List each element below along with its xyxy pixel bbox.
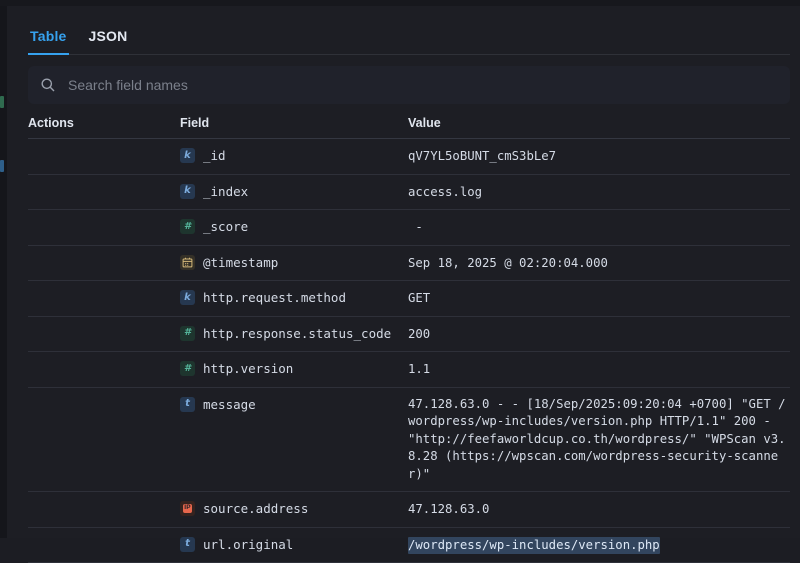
table-row: t message 47.128.63.0 - - [18/Sep/2025:0… (28, 388, 790, 493)
table-row: k _index access.log (28, 175, 790, 211)
row-actions-cell[interactable] (28, 317, 180, 333)
header-field: Field (180, 116, 408, 130)
text-field-type-icon: t (180, 397, 195, 412)
tab-json[interactable]: JSON (87, 24, 130, 55)
number-field-type-icon: # (180, 219, 195, 234)
field-cell: k http.request.method (180, 281, 408, 315)
field-value: Sep 18, 2025 @ 02:20:04.000 (408, 255, 608, 273)
field-search-box[interactable] (28, 66, 790, 104)
field-value: GET (408, 290, 430, 308)
field-name: http.version (203, 360, 293, 378)
field-name: http.response.status_code (203, 325, 391, 343)
row-actions-cell[interactable] (28, 175, 180, 191)
field-name: source.address (203, 500, 308, 518)
search-input[interactable] (66, 76, 778, 94)
field-value: 200 (408, 326, 430, 344)
header-actions: Actions (28, 116, 180, 130)
search-icon (40, 77, 56, 93)
field-value-cell: Sep 18, 2025 @ 02:20:04.000 (408, 246, 790, 281)
field-value-cell: /wordpress/wp-includes/version.php (408, 528, 790, 563)
field-cell: k _index (180, 175, 408, 209)
header-value: Value (408, 116, 790, 130)
table-header: Actions Field Value (28, 108, 790, 139)
row-actions-cell[interactable] (28, 492, 180, 508)
field-name: http.request.method (203, 289, 346, 307)
ip-field-type-icon: IP (180, 501, 195, 516)
table-row: # http.response.status_code 200 (28, 317, 790, 353)
field-value: /wordpress/wp-includes/version.php (408, 537, 660, 555)
field-value-cell: 200 (408, 317, 790, 352)
keyword-field-type-icon: k (180, 148, 195, 163)
row-actions-cell[interactable] (28, 352, 180, 368)
field-value: 47.128.63.0 (408, 501, 489, 519)
row-actions-cell[interactable] (28, 528, 180, 544)
field-value-cell: GET (408, 281, 790, 316)
field-value: 47.128.63.0 - - [18/Sep/2025:09:20:04 +0… (408, 396, 790, 484)
field-value-cell: 47.128.63.0 - - [18/Sep/2025:09:20:04 +0… (408, 388, 790, 492)
field-cell: # http.response.status_code (180, 317, 408, 351)
field-cell: IP source.address (180, 492, 408, 526)
row-actions-cell[interactable] (28, 388, 180, 404)
row-actions-cell[interactable] (28, 210, 180, 226)
doc-viewer-tabs: Table JSON (28, 24, 790, 55)
tab-table[interactable]: Table (28, 24, 69, 55)
text-field-type-icon: t (180, 537, 195, 552)
background-green-icon (0, 96, 4, 108)
underlying-page-left-edge (0, 0, 7, 538)
field-value: 1.1 (408, 361, 430, 379)
number-field-type-icon: # (180, 326, 195, 341)
table-row: # http.version 1.1 (28, 352, 790, 388)
field-cell: t message (180, 388, 408, 422)
table-row: IP source.address 47.128.63.0 (28, 492, 790, 528)
field-rows: k _id qV7YL5oBUNT_cmS3bLe7 k _index acce… (28, 139, 790, 563)
field-value-cell: 47.128.63.0 (408, 492, 790, 527)
field-cell: k _id (180, 139, 408, 173)
table-row: k _id qV7YL5oBUNT_cmS3bLe7 (28, 139, 790, 175)
field-cell: t url.original (180, 528, 408, 562)
field-name: _score (203, 218, 248, 236)
date-field-type-icon (180, 255, 195, 270)
field-name: _id (203, 147, 226, 165)
field-cell: # _score (180, 210, 408, 244)
field-value-cell: qV7YL5oBUNT_cmS3bLe7 (408, 139, 790, 174)
table-row: @timestamp Sep 18, 2025 @ 02:20:04.000 (28, 246, 790, 282)
field-cell: @timestamp (180, 246, 408, 280)
field-name: message (203, 396, 256, 414)
row-actions-cell[interactable] (28, 246, 180, 262)
table-row: t url.original /wordpress/wp-includes/ve… (28, 528, 790, 563)
field-cell: # http.version (180, 352, 408, 386)
keyword-field-type-icon: k (180, 290, 195, 305)
field-value-cell: access.log (408, 175, 790, 210)
row-actions-cell[interactable] (28, 139, 180, 155)
field-value-cell: - (408, 210, 790, 245)
field-value: qV7YL5oBUNT_cmS3bLe7 (408, 148, 556, 166)
field-name: _index (203, 183, 248, 201)
keyword-field-type-icon: k (180, 184, 195, 199)
table-row: # _score - (28, 210, 790, 246)
field-value-cell: 1.1 (408, 352, 790, 387)
field-name: url.original (203, 536, 293, 554)
document-viewer-flyout: Table JSON Actions Field Value k _id qV7… (7, 6, 800, 538)
field-name: @timestamp (203, 254, 278, 272)
row-actions-cell[interactable] (28, 281, 180, 297)
table-row: k http.request.method GET (28, 281, 790, 317)
number-field-type-icon: # (180, 361, 195, 376)
field-value: access.log (408, 184, 482, 202)
background-blue-icon (0, 160, 4, 172)
field-value: - (408, 219, 430, 237)
